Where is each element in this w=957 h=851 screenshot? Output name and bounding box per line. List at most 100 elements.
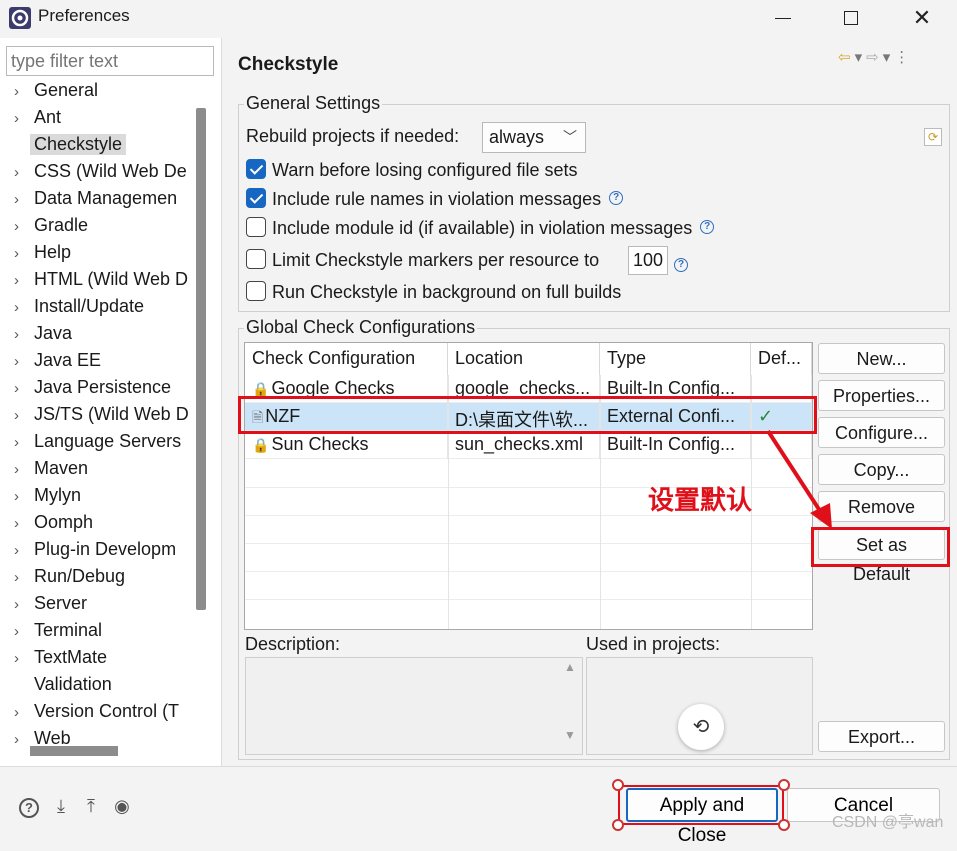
tree-item[interactable]: ›TextMate bbox=[14, 647, 190, 674]
column-header-check-configuration[interactable]: Check Configuration bbox=[245, 343, 448, 375]
tree-item[interactable]: ›Version Control (T bbox=[14, 701, 190, 728]
row-location: sun_checks.xml bbox=[448, 431, 600, 459]
chevron-right-icon[interactable]: › bbox=[14, 380, 34, 397]
tree-item-label: Web bbox=[34, 728, 71, 748]
background-checkbox[interactable] bbox=[246, 281, 266, 301]
description-box bbox=[245, 657, 583, 755]
forward-menu-chevron-icon[interactable]: ▾ bbox=[883, 49, 895, 66]
chevron-right-icon[interactable]: › bbox=[14, 299, 34, 316]
tree-item[interactable]: ›Server bbox=[14, 593, 190, 620]
refresh-icon[interactable]: ⟳ bbox=[924, 128, 942, 146]
chevron-right-icon[interactable]: › bbox=[14, 191, 34, 208]
chevron-right-icon[interactable]: › bbox=[14, 623, 34, 640]
chevron-right-icon[interactable]: › bbox=[14, 272, 34, 289]
warn-option[interactable]: Warn before losing configured file sets bbox=[246, 160, 578, 181]
tree-item[interactable]: ›General bbox=[14, 80, 190, 107]
record-icon[interactable]: ◉ bbox=[111, 795, 133, 817]
chevron-right-icon[interactable]: › bbox=[14, 515, 34, 532]
chevron-right-icon[interactable]: › bbox=[14, 83, 34, 100]
export-prefs-icon[interactable]: ⤒ bbox=[80, 795, 102, 817]
chevron-right-icon[interactable]: › bbox=[14, 488, 34, 505]
limit-option[interactable]: Limit Checkstyle markers per resource to bbox=[246, 250, 599, 271]
tree-item[interactable]: ›Run/Debug bbox=[14, 566, 190, 593]
eclipse-app-icon bbox=[8, 6, 32, 30]
tree-item[interactable]: Checkstyle bbox=[14, 134, 190, 161]
tree-horizontal-scrollbar[interactable] bbox=[30, 746, 118, 756]
more-options-icon[interactable]: ⋮ bbox=[894, 49, 913, 66]
tree-item[interactable]: ›Java Persistence bbox=[14, 377, 190, 404]
scroll-up-icon[interactable]: ▲ bbox=[560, 660, 580, 674]
chevron-right-icon[interactable]: › bbox=[14, 164, 34, 181]
tree-item[interactable]: ›Plug-in Developm bbox=[14, 539, 190, 566]
tree-vertical-scrollbar[interactable] bbox=[196, 108, 206, 610]
tree-item[interactable]: ›JS/TS (Wild Web D bbox=[14, 404, 190, 431]
tree-item-label: Oomph bbox=[34, 512, 93, 532]
help-icon[interactable]: ? bbox=[18, 795, 40, 817]
minimize-icon bbox=[775, 18, 791, 19]
chevron-right-icon[interactable]: › bbox=[14, 353, 34, 370]
tree-item[interactable]: ›Language Servers bbox=[14, 431, 190, 458]
module-id-option[interactable]: Include module id (if available) in viol… bbox=[246, 218, 714, 239]
tree-item[interactable]: ›Ant bbox=[14, 107, 190, 134]
maximize-icon bbox=[844, 11, 858, 25]
limit-checkbox[interactable] bbox=[246, 249, 266, 269]
chevron-right-icon[interactable]: › bbox=[14, 461, 34, 478]
column-header-type[interactable]: Type bbox=[600, 343, 751, 375]
forward-arrow-icon[interactable]: ⇨ bbox=[866, 49, 883, 66]
back-menu-chevron-icon[interactable]: ▾ bbox=[855, 49, 867, 66]
chevron-right-icon[interactable]: › bbox=[14, 704, 34, 721]
rule-names-checkbox[interactable] bbox=[246, 188, 266, 208]
tree-item[interactable]: ›CSS (Wild Web De bbox=[14, 161, 190, 188]
chevron-right-icon[interactable]: › bbox=[14, 326, 34, 343]
scroll-down-icon[interactable]: ▼ bbox=[560, 728, 580, 742]
tree-item[interactable]: ›Java bbox=[14, 323, 190, 350]
module-id-checkbox[interactable] bbox=[246, 217, 266, 237]
import-icon[interactable]: ⤓ bbox=[50, 795, 72, 817]
tree-item[interactable]: ›Help bbox=[14, 242, 190, 269]
chevron-right-icon[interactable]: › bbox=[14, 650, 34, 667]
chevron-right-icon[interactable]: › bbox=[14, 245, 34, 262]
tree-item[interactable]: ›Data Managemen bbox=[14, 188, 190, 215]
rule-names-option[interactable]: Include rule names in violation messages… bbox=[246, 189, 623, 210]
limit-input[interactable]: 100 bbox=[628, 246, 668, 275]
tree-item[interactable]: ›Terminal bbox=[14, 620, 190, 647]
description-scrollbar[interactable]: ▲ ▼ bbox=[560, 660, 580, 752]
maximize-button[interactable] bbox=[826, 0, 876, 36]
help-icon[interactable]: ? bbox=[609, 191, 623, 205]
annotation-highlight-row bbox=[238, 396, 817, 434]
close-window-button[interactable]: ✕ bbox=[897, 0, 947, 36]
tree-item[interactable]: ›Java EE bbox=[14, 350, 190, 377]
back-arrow-icon[interactable]: ⇦ bbox=[838, 49, 855, 66]
filter-input[interactable] bbox=[6, 46, 214, 76]
tree-item[interactable]: ›Gradle bbox=[14, 215, 190, 242]
floating-action-button[interactable]: ⟲ bbox=[678, 704, 724, 750]
export-button[interactable]: Export... bbox=[818, 721, 945, 752]
tree-item[interactable]: ›Mylyn bbox=[14, 485, 190, 512]
rebuild-select[interactable]: always ﹀ bbox=[482, 122, 586, 153]
tree-item-label: Language Servers bbox=[34, 431, 181, 451]
page-navigation: ⇦▾⇨▾⋮ bbox=[838, 48, 913, 66]
warn-checkbox[interactable] bbox=[246, 159, 266, 179]
chevron-right-icon[interactable]: › bbox=[14, 110, 34, 127]
minimize-button[interactable] bbox=[758, 0, 808, 36]
background-option[interactable]: Run Checkstyle in background on full bui… bbox=[246, 282, 621, 303]
new-button[interactable]: New... bbox=[818, 343, 945, 374]
tree-item[interactable]: ›HTML (Wild Web D bbox=[14, 269, 190, 296]
tree-item[interactable]: Validation bbox=[14, 674, 190, 701]
help-icon[interactable]: ? bbox=[700, 220, 714, 234]
properties-button[interactable]: Properties... bbox=[818, 380, 945, 411]
tree-item-label: General bbox=[34, 80, 98, 100]
chevron-right-icon[interactable]: › bbox=[14, 596, 34, 613]
watermark: CSDN @亭wan bbox=[832, 808, 943, 832]
column-header-location[interactable]: Location bbox=[448, 343, 600, 375]
chevron-right-icon[interactable]: › bbox=[14, 434, 34, 451]
table-row[interactable]: 🔒Sun Checks sun_checks.xml Built-In Conf… bbox=[245, 431, 812, 459]
chevron-right-icon[interactable]: › bbox=[14, 218, 34, 235]
tree-item[interactable]: ›Install/Update bbox=[14, 296, 190, 323]
chevron-right-icon[interactable]: › bbox=[14, 542, 34, 559]
chevron-right-icon[interactable]: › bbox=[14, 569, 34, 586]
chevron-right-icon[interactable]: › bbox=[14, 407, 34, 424]
tree-item[interactable]: ›Maven bbox=[14, 458, 190, 485]
column-header-default[interactable]: Def... bbox=[751, 343, 812, 375]
tree-item[interactable]: ›Oomph bbox=[14, 512, 190, 539]
